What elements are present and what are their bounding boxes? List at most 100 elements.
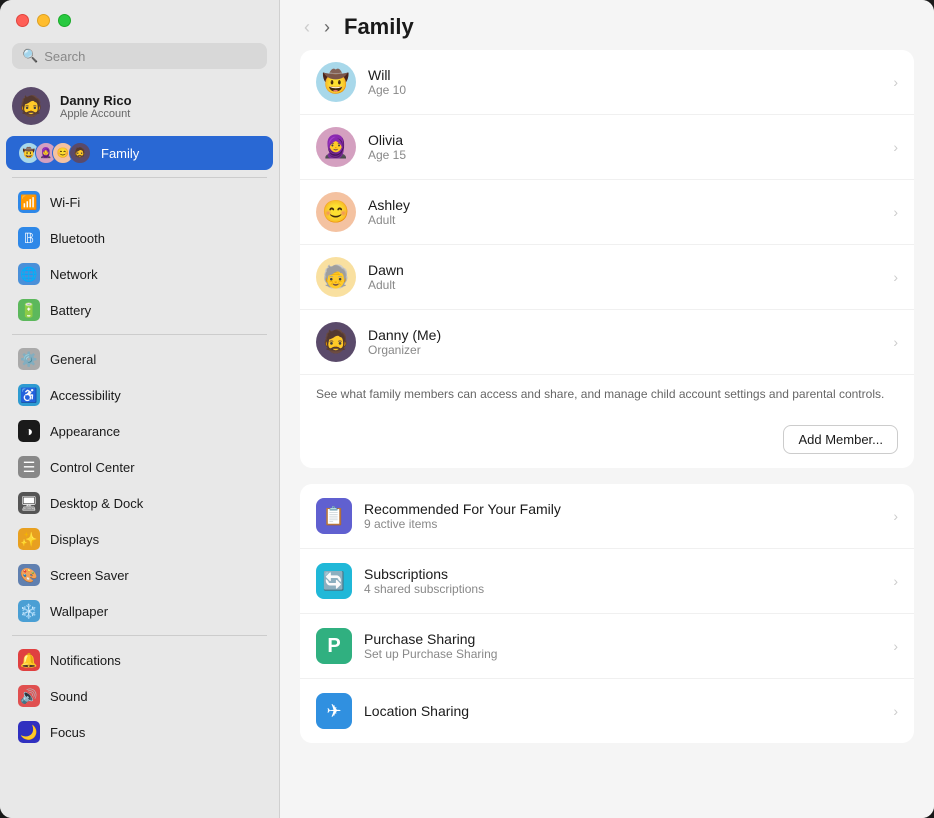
maximize-button[interactable] [58, 14, 71, 27]
member-row-will[interactable]: 🤠 Will Age 10 › [300, 50, 914, 115]
general-label: General [50, 352, 96, 367]
sidebar-divider-3 [12, 635, 267, 636]
sidebar-item-general[interactable]: ⚙️ General [6, 342, 273, 376]
sidebar-item-family[interactable]: 🤠 🧕 😊 🧔 Family [6, 136, 273, 170]
avatar-danny: 🧔 [316, 322, 356, 362]
sidebar-item-accessibility[interactable]: ♿ Accessibility [6, 378, 273, 412]
general-icon: ⚙️ [18, 348, 40, 370]
focus-label: Focus [50, 725, 85, 740]
avatar-dawn: 🧓 [316, 257, 356, 297]
search-bar[interactable]: 🔍 Search [12, 43, 267, 69]
sidebar-item-screen-saver[interactable]: 🎨 Screen Saver [6, 558, 273, 592]
account-avatar: 🧔 [12, 87, 50, 125]
battery-label: Battery [50, 303, 91, 318]
sidebar-item-sound[interactable]: 🔊 Sound [6, 679, 273, 713]
chevron-icon-will: › [893, 74, 898, 90]
member-name-danny: Danny (Me) [368, 327, 881, 343]
battery-icon: 🔋 [18, 299, 40, 321]
chevron-icon-purchase-sharing: › [893, 638, 898, 654]
family-avatar-danny: 🧔 [69, 142, 91, 164]
chevron-icon-dawn: › [893, 269, 898, 285]
sidebar-item-displays[interactable]: ✨ Displays [6, 522, 273, 556]
minimize-button[interactable] [37, 14, 50, 27]
sidebar-item-network[interactable]: 🌐 Network [6, 257, 273, 291]
apple-account-item[interactable]: 🧔 Danny Rico Apple Account [0, 79, 279, 135]
desktop-dock-label: Desktop & Dock [50, 496, 143, 511]
sidebar-item-wifi[interactable]: 📶 Wi-Fi [6, 185, 273, 219]
forward-button[interactable]: › [320, 16, 334, 38]
accessibility-icon: ♿ [18, 384, 40, 406]
recommended-icon: 📋 [316, 498, 352, 534]
search-placeholder: Search [44, 49, 85, 64]
main-content: 🤠 Will Age 10 › 🧕 Olivia Age 15 › [280, 50, 934, 818]
member-name-will: Will [368, 67, 881, 83]
sidebar-item-control-center[interactable]: ☰ Control Center [6, 450, 273, 484]
member-role-ashley: Adult [368, 213, 881, 227]
control-center-icon: ☰ [18, 456, 40, 478]
displays-label: Displays [50, 532, 99, 547]
network-icon: 🌐 [18, 263, 40, 285]
sidebar-item-wallpaper[interactable]: ❄️ Wallpaper [6, 594, 273, 628]
add-member-row: Add Member... [300, 415, 914, 468]
service-sub-recommended: 9 active items [364, 517, 881, 531]
purchase-sharing-icon: P [316, 628, 352, 664]
member-info-olivia: Olivia Age 15 [368, 132, 881, 162]
service-name-subscriptions: Subscriptions [364, 566, 881, 582]
member-role-olivia: Age 15 [368, 148, 881, 162]
member-name-olivia: Olivia [368, 132, 881, 148]
family-avatars-icon: 🤠 🧕 😊 🧔 [18, 142, 91, 164]
member-row-olivia[interactable]: 🧕 Olivia Age 15 › [300, 115, 914, 180]
member-name-ashley: Ashley [368, 197, 881, 213]
sidebar-item-desktop-dock[interactable]: 🖥 Desktop & Dock [6, 486, 273, 520]
screen-saver-label: Screen Saver [50, 568, 129, 583]
sidebar-item-bluetooth[interactable]: 𝔹 Bluetooth [6, 221, 273, 255]
member-name-dawn: Dawn [368, 262, 881, 278]
sidebar-item-appearance[interactable]: ◑ Appearance [6, 414, 273, 448]
service-row-recommended[interactable]: 📋 Recommended For Your Family 9 active i… [300, 484, 914, 549]
member-role-danny: Organizer [368, 343, 881, 357]
avatar-ashley: 😊 [316, 192, 356, 232]
close-button[interactable] [16, 14, 29, 27]
account-name: Danny Rico [60, 93, 132, 108]
screen-saver-icon: 🎨 [18, 564, 40, 586]
chevron-icon-subscriptions: › [893, 573, 898, 589]
bluetooth-label: Bluetooth [50, 231, 105, 246]
sidebar: 🔍 Search 🧔 Danny Rico Apple Account 🤠 🧕 … [0, 0, 280, 818]
sidebar-item-notifications[interactable]: 🔔 Notifications [6, 643, 273, 677]
service-name-purchase-sharing: Purchase Sharing [364, 631, 881, 647]
network-label: Network [50, 267, 98, 282]
family-description: See what family members can access and s… [300, 375, 914, 415]
service-row-purchase-sharing[interactable]: P Purchase Sharing Set up Purchase Shari… [300, 614, 914, 679]
chevron-icon-olivia: › [893, 139, 898, 155]
service-row-subscriptions[interactable]: 🔄 Subscriptions 4 shared subscriptions › [300, 549, 914, 614]
sidebar-item-battery[interactable]: 🔋 Battery [6, 293, 273, 327]
subscriptions-icon: 🔄 [316, 563, 352, 599]
services-card: 📋 Recommended For Your Family 9 active i… [300, 484, 914, 743]
member-row-ashley[interactable]: 😊 Ashley Adult › [300, 180, 914, 245]
add-member-button[interactable]: Add Member... [783, 425, 898, 454]
location-sharing-icon: ✈ [316, 693, 352, 729]
sidebar-divider-2 [12, 334, 267, 335]
sound-label: Sound [50, 689, 88, 704]
wallpaper-icon: ❄️ [18, 600, 40, 622]
member-info-danny: Danny (Me) Organizer [368, 327, 881, 357]
sound-icon: 🔊 [18, 685, 40, 707]
sidebar-divider-1 [12, 177, 267, 178]
bluetooth-icon: 𝔹 [18, 227, 40, 249]
chevron-icon-danny: › [893, 334, 898, 350]
notifications-icon: 🔔 [18, 649, 40, 671]
main-panel: ‹ › Family 🤠 Will Age 10 › 🧕 [280, 0, 934, 818]
desktop-dock-icon: 🖥 [18, 492, 40, 514]
sidebar-item-focus[interactable]: 🌙 Focus [6, 715, 273, 749]
search-icon: 🔍 [22, 48, 38, 64]
service-row-location-sharing[interactable]: ✈ Location Sharing › [300, 679, 914, 743]
member-row-dawn[interactable]: 🧓 Dawn Adult › [300, 245, 914, 310]
appearance-icon: ◑ [18, 420, 40, 442]
member-row-danny[interactable]: 🧔 Danny (Me) Organizer › [300, 310, 914, 375]
chevron-icon-location-sharing: › [893, 703, 898, 719]
control-center-label: Control Center [50, 460, 135, 475]
wallpaper-label: Wallpaper [50, 604, 108, 619]
notifications-label: Notifications [50, 653, 121, 668]
back-button[interactable]: ‹ [300, 16, 314, 38]
member-role-dawn: Adult [368, 278, 881, 292]
